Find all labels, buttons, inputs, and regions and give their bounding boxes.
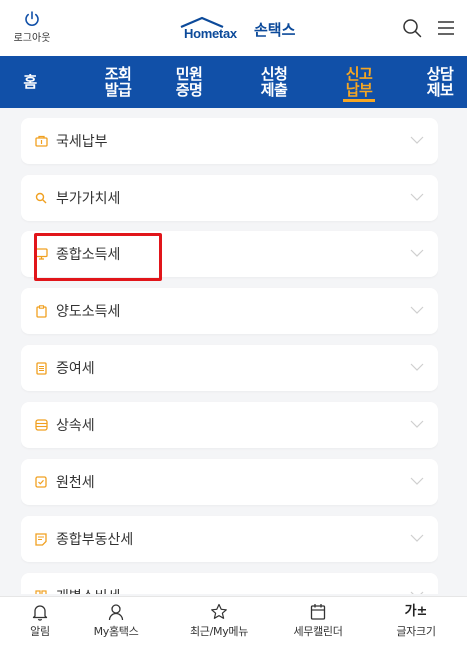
chevron-down-icon (410, 591, 424, 594)
logout-label: 로그아웃 (13, 33, 51, 44)
logout-button[interactable]: 로그아웃 (10, 10, 54, 44)
calendar-icon (310, 604, 326, 620)
list-item-label: 증여세 (56, 361, 95, 377)
list-item-national-tax-payment[interactable]: 국세납부 (21, 118, 438, 164)
main-nav: 홈 조회 발급 민원 증명 신청 제출 신고 납부 상담 제보 (0, 56, 467, 108)
hometax-logo: Hometax (178, 16, 252, 42)
nav-tab-label: 신청 (260, 65, 288, 83)
font-size-icon: 가± (404, 604, 428, 619)
active-tab-underline (343, 99, 375, 102)
brand-text: 손택스 (254, 20, 296, 39)
list-item-label: 부가가치세 (56, 191, 121, 207)
list-item-withholding-tax[interactable]: 원천세 (21, 459, 438, 505)
chevron-down-icon (410, 420, 424, 428)
list-item-label: 상속세 (56, 418, 95, 434)
grid-icon (34, 589, 48, 594)
chevron-down-icon (410, 534, 424, 542)
chevron-down-icon (410, 306, 424, 314)
nav-tab-label: 납부 (345, 81, 373, 99)
app-header: 로그아웃 Hometax 손택스 (0, 0, 467, 56)
power-icon (25, 11, 39, 26)
list-item-vat[interactable]: 부가가치세 (21, 175, 438, 221)
bottom-tab-recent-menu[interactable]: 최근/My메뉴 (180, 603, 258, 639)
bottom-tab-notifications[interactable]: 알림 (18, 603, 62, 639)
nav-tab-label: 제보 (426, 81, 454, 99)
nav-tab-application[interactable]: 신청 제출 (252, 56, 296, 108)
wallet-icon (34, 134, 48, 148)
bottom-tab-tax-calendar[interactable]: 세무캘린더 (286, 603, 350, 639)
list-item-label: 원천세 (56, 475, 95, 491)
nav-tab-home[interactable]: 홈 (10, 56, 50, 108)
nav-tab-label: 제출 (260, 81, 288, 99)
bottom-tab-my-hometax[interactable]: My홈택스 (84, 603, 148, 639)
checkbox-icon (34, 475, 48, 489)
list-item-individual-consumption-tax[interactable]: 개별소비세 (21, 573, 438, 594)
search-icon[interactable] (401, 17, 423, 39)
bottom-tab-label: 최근/My메뉴 (189, 625, 249, 638)
list-item-inheritance-tax[interactable]: 상속세 (21, 402, 438, 448)
tax-menu-list: 국세납부 부가가치세 종합소득세 양도소득세 증여세 상속세 원천세 종합부동산… (21, 118, 438, 594)
nav-tab-label: 증명 (175, 81, 203, 99)
list-item-capital-gains-tax[interactable]: 양도소득세 (21, 288, 438, 334)
bottom-tab-label: 글자크기 (396, 625, 436, 638)
list-item-label: 개별소비세 (56, 586, 120, 594)
database-icon (34, 418, 48, 432)
clipboard-icon (34, 304, 48, 318)
nav-tab-label: 민원 (175, 65, 203, 83)
bottom-tab-label: 알림 (30, 625, 50, 638)
brand-wordmark: Hometax (184, 26, 237, 41)
chevron-down-icon (410, 363, 424, 371)
bottom-tab-label: 세무캘린더 (293, 625, 343, 638)
star-icon (211, 603, 227, 619)
nav-tab-consult[interactable]: 상담 제보 (418, 56, 462, 108)
chevron-down-icon (410, 136, 424, 144)
chevron-down-icon (410, 193, 424, 201)
document-icon (34, 361, 48, 375)
chevron-down-icon (410, 477, 424, 485)
list-item-label: 종합부동산세 (56, 532, 134, 548)
nav-tab-label: 발급 (104, 81, 132, 99)
bottom-tab-font-size[interactable]: 가± 글자크기 (386, 603, 446, 639)
search-icon (34, 191, 48, 205)
bottom-tab-bar: 알림 My홈택스 최근/My메뉴 세무캘린더 가± 글자크기 (0, 596, 467, 649)
nav-tab-label: 신고 (345, 65, 373, 83)
bell-icon (32, 605, 48, 621)
nav-tab-filing[interactable]: 신고 납부 (337, 56, 381, 108)
nav-tab-label: 조회 (104, 65, 132, 83)
nav-tab-inquiry[interactable]: 조회 발급 (96, 56, 140, 108)
bottom-tab-label: My홈택스 (93, 625, 139, 638)
list-item-label: 양도소득세 (56, 304, 121, 320)
nav-tab-certificate[interactable]: 민원 증명 (167, 56, 211, 108)
list-item-comprehensive-real-estate-tax[interactable]: 종합부동산세 (21, 516, 438, 562)
chevron-down-icon (410, 249, 424, 257)
note-icon (34, 532, 48, 546)
user-icon (108, 604, 124, 621)
highlight-box (34, 233, 162, 281)
nav-tab-label: 홈 (23, 73, 37, 91)
brand-logo[interactable]: Hometax 손택스 (178, 16, 295, 42)
list-item-gift-tax[interactable]: 증여세 (21, 345, 438, 391)
nav-tab-label: 상담 (426, 65, 454, 83)
list-item-label: 국세납부 (56, 134, 108, 150)
menu-icon[interactable] (435, 17, 457, 39)
